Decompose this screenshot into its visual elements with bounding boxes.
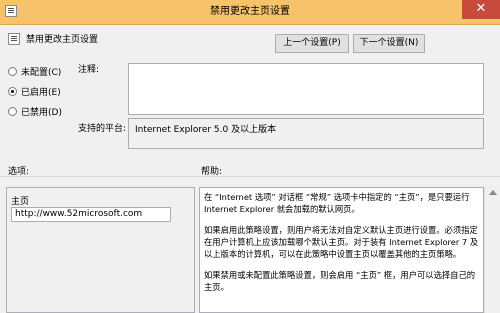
- platform-value: Internet Explorer 5.0 及以上版本: [135, 125, 277, 135]
- radio-label: 已禁用(D): [21, 108, 62, 118]
- help-pane: 在 “Internet 选项” 对话框 “常规” 选项卡中指定的 “主页”，是只…: [199, 187, 484, 313]
- dialog-content: 禁用更改主页设置 上一个设置(P) 下一个设置(N) 未配置(C) 已启用(E)…: [0, 25, 500, 313]
- radio-label: 未配置(C): [21, 68, 62, 78]
- platform-label: 支持的平台:: [78, 124, 127, 134]
- policy-title: 禁用更改主页设置: [26, 35, 99, 45]
- next-setting-button[interactable]: 下一个设置(N): [353, 34, 425, 53]
- radio-disabled[interactable]: 已禁用(D): [8, 105, 62, 118]
- platform-field: Internet Explorer 5.0 及以上版本: [128, 118, 484, 149]
- window-title: 禁用更改主页设置: [210, 6, 290, 17]
- close-button[interactable]: ✕: [462, 0, 500, 19]
- comment-label: 注释:: [78, 65, 100, 75]
- section-divider: [0, 176, 500, 177]
- homepage-input[interactable]: http://www.52microsoft.com: [11, 207, 171, 222]
- previous-setting-button[interactable]: 上一个设置(P): [275, 34, 349, 53]
- radio-enabled[interactable]: 已启用(E): [8, 85, 61, 98]
- vertical-scrollbar[interactable]: [484, 187, 500, 313]
- comment-textarea[interactable]: [128, 63, 484, 115]
- radio-button[interactable]: [8, 87, 17, 96]
- radio-button[interactable]: [8, 107, 17, 116]
- help-paragraph: 如果禁用或未配置此策略设置，则会启用 “主页” 框，用户可以选择自己的主页。: [204, 270, 476, 292]
- help-heading: 帮助:: [201, 167, 223, 177]
- radio-not-configured[interactable]: 未配置(C): [8, 65, 61, 78]
- help-paragraph: 如果启用此策略设置，则用户将无法对自定义默认主页进行设置。必须指定在用户计算机上…: [204, 225, 479, 259]
- homepage-label: 主页: [11, 197, 30, 207]
- radio-label: 已启用(E): [21, 88, 61, 98]
- title-bar: 禁用更改主页设置 ✕: [0, 0, 500, 25]
- radio-button[interactable]: [8, 67, 17, 76]
- options-pane: 主页 http://www.52microsoft.com: [6, 187, 195, 313]
- options-heading: 选项:: [8, 167, 30, 177]
- policy-icon: [8, 33, 20, 45]
- scroll-up-arrow-icon[interactable]: [489, 190, 497, 195]
- help-paragraph: 在 “Internet 选项” 对话框 “常规” 选项卡中指定的 “主页”，是只…: [204, 192, 470, 214]
